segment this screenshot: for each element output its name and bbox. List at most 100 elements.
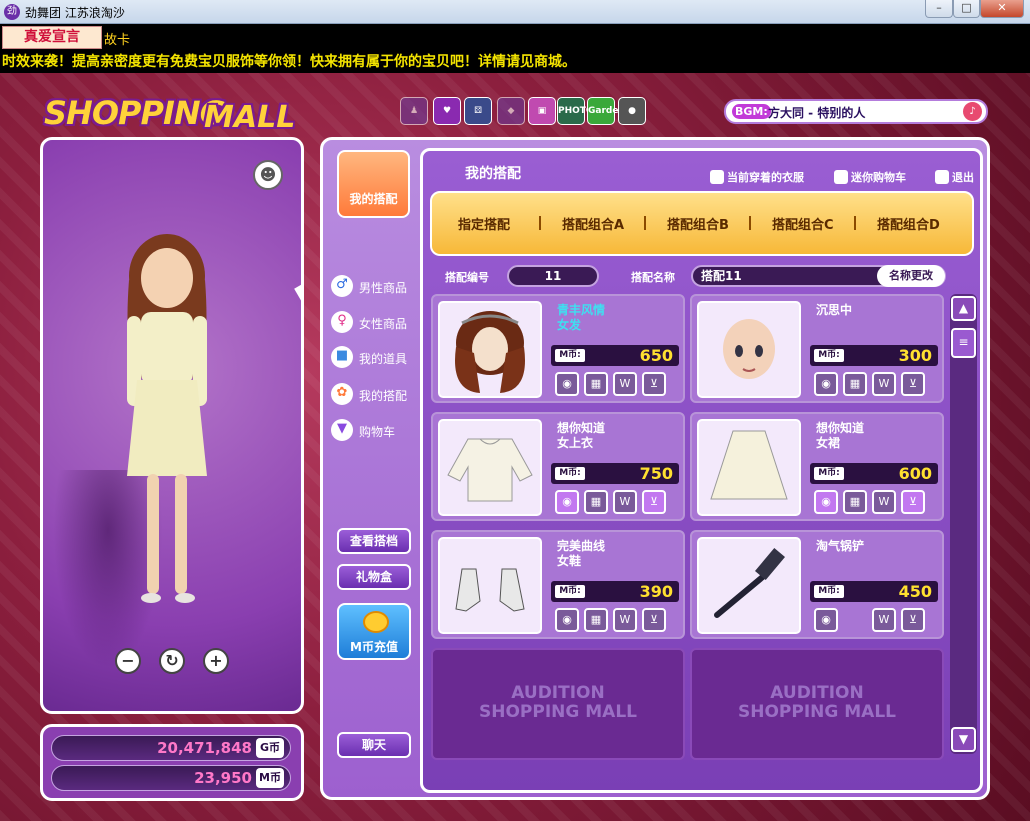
item-name-line1: 想你知道 [816, 421, 865, 435]
gift-small-icon[interactable]: ▦ [584, 608, 608, 632]
try-on-icon[interactable]: ◉ [555, 490, 579, 514]
item-grid: 青丰风情 女发 M币: 650 ◉ ▦ W ⊻ 沉思中 M币: 300 ◉ ▦ W ⊻ [431, 294, 945, 760]
price-label: M币: [555, 585, 585, 598]
try-on-icon[interactable]: ◉ [814, 372, 838, 396]
scroll-down-icon[interactable]: ▼ [951, 727, 976, 752]
spatula-icon [714, 548, 786, 618]
item-card[interactable]: 沉思中 M币: 300 ◉ ▦ W ⊻ [690, 294, 944, 403]
item-name: 沉思中 [816, 303, 852, 318]
item-box-icon: ■ [331, 346, 353, 368]
tab-combo-a[interactable]: 搭配组合A [562, 214, 624, 233]
add-to-cart-icon[interactable]: ⊻ [901, 608, 925, 632]
chat-button[interactable]: 聊天 [337, 732, 411, 758]
minimize-button[interactable]: – [925, 0, 953, 18]
try-on-icon[interactable]: ◉ [555, 372, 579, 396]
love-declaration-button[interactable]: 真爱宣言 [2, 26, 102, 49]
scroll-thumb[interactable]: ≡ [951, 328, 976, 358]
photo-icon[interactable]: PHOTO [557, 97, 594, 125]
zoom-in-icon[interactable]: + [203, 648, 229, 674]
rename-button[interactable]: 名称更改 [877, 265, 945, 287]
item-card[interactable]: 淘气锅铲 M币: 450 ◉ W ⊻ [690, 530, 944, 639]
gift-box-button[interactable]: 礼物盒 [337, 564, 411, 590]
nav-my-combo[interactable]: ✿ 我的搭配 [331, 382, 425, 406]
tv-icon[interactable]: ▣ [528, 97, 556, 125]
add-to-cart-icon[interactable]: ⊻ [642, 372, 666, 396]
nav-cart[interactable]: ▼ 购物车 [331, 418, 425, 442]
dice-icon[interactable]: ⚄ [464, 97, 492, 125]
tab-combo-d[interactable]: 搭配组合D [877, 214, 940, 233]
wishlist-icon[interactable]: W [613, 608, 637, 632]
zoom-out-icon[interactable]: − [115, 648, 141, 674]
nav-female-label: 女性商品 [359, 317, 408, 331]
shirt-icon[interactable]: ♟ [400, 97, 428, 125]
tab-divider [749, 216, 751, 230]
m-currency-value: 23,950 [194, 769, 252, 787]
wishlist-icon[interactable]: W [613, 490, 637, 514]
mini-cart-label: 迷你购物车 [851, 171, 906, 184]
item-name-line1: 青丰风情 [557, 303, 606, 317]
item-image [697, 419, 801, 516]
item-card[interactable]: 想你知道 女裙 M币: 600 ◉ ▦ W ⊻ [690, 412, 944, 521]
wishlist-icon[interactable]: W [872, 608, 896, 632]
gift-small-icon[interactable]: ▦ [843, 490, 867, 514]
scroll-up-icon[interactable]: ▲ [951, 296, 976, 321]
male-icon: ♂ [331, 275, 353, 297]
m-recharge-button[interactable]: M币充值 [337, 603, 411, 660]
nav-male-label: 男性商品 [359, 281, 408, 295]
empty-slot-line2: SHOPPING MALL [478, 702, 637, 722]
try-on-icon[interactable]: ◉ [814, 608, 838, 632]
blouse-icon [447, 438, 533, 502]
bomb-icon[interactable]: ● [618, 97, 646, 125]
wishlist-icon[interactable]: W [872, 372, 896, 396]
empty-slot: AUDITION SHOPPING MALL [690, 648, 944, 760]
combo-number-field[interactable]: 11 [507, 265, 599, 287]
price-label: M币: [555, 349, 585, 362]
view-partner-button[interactable]: 查看搭档 [337, 528, 411, 554]
rotate-icon[interactable]: ↻ [159, 648, 185, 674]
add-to-cart-icon[interactable]: ⊻ [642, 490, 666, 514]
close-button[interactable]: ✕ [980, 0, 1024, 18]
tab-combo-b[interactable]: 搭配组合B [667, 214, 729, 233]
price-label: M币: [814, 467, 844, 480]
mall-main-panel: 我的搭配 ♂ 男性商品 ♀ 女性商品 ■ 我的道具 ✿ 我的搭配 ▼ 购物车 查… [320, 137, 990, 800]
gift-small-icon[interactable]: ▦ [843, 372, 867, 396]
item-card[interactable]: 青丰风情 女发 M币: 650 ◉ ▦ W ⊻ [431, 294, 685, 403]
tab-combo-c[interactable]: 搭配组合C [772, 214, 834, 233]
item-price: M币: 300 [810, 345, 938, 366]
add-to-cart-icon[interactable]: ⊻ [901, 490, 925, 514]
shoes-icon [455, 568, 525, 612]
bgm-label: BGM: [732, 104, 771, 119]
gift-small-icon[interactable]: ▦ [584, 490, 608, 514]
m-recharge-label: M币充值 [350, 640, 398, 654]
item-card[interactable]: 想你知道 女上衣 M币: 750 ◉ ▦ W ⊻ [431, 412, 685, 521]
nav-female-items[interactable]: ♀ 女性商品 [331, 310, 425, 334]
tab-designated[interactable]: 指定搭配 [458, 214, 510, 233]
window-title: 劲舞团 江苏浪淘沙 [25, 6, 125, 20]
profile-icon[interactable]: ☻ [253, 160, 283, 190]
my-combo-category-button[interactable]: 我的搭配 [337, 150, 410, 218]
nav-my-items[interactable]: ■ 我的道具 [331, 345, 425, 369]
wishlist-icon[interactable]: W [613, 372, 637, 396]
try-on-icon[interactable]: ◉ [555, 608, 579, 632]
logo-shopping: SHOPPING [44, 94, 226, 132]
item-name-line2: 女上衣 [557, 436, 594, 450]
garden-icon[interactable]: Garden [587, 97, 625, 125]
wishlist-icon[interactable]: W [872, 490, 896, 514]
item-scrollbar[interactable]: ▲ ≡ ▼ [950, 294, 977, 754]
item-card[interactable]: 完美曲线 女鞋 M币: 390 ◉ ▦ W ⊻ [431, 530, 685, 639]
try-on-icon[interactable]: ◉ [814, 490, 838, 514]
gift-icon[interactable]: ◆ [497, 97, 525, 125]
nav-male-items[interactable]: ♂ 男性商品 [331, 274, 425, 298]
price-label: M币: [814, 349, 844, 362]
exit-link[interactable]: 退出 [935, 169, 974, 185]
maximize-button[interactable]: □ [953, 0, 980, 18]
logo-mall: MALL [204, 100, 296, 135]
add-to-cart-icon[interactable]: ⊻ [642, 608, 666, 632]
gift-small-icon[interactable]: ▦ [584, 372, 608, 396]
current-outfit-link[interactable]: 当前穿着的衣服 [710, 169, 804, 185]
music-toggle-icon[interactable]: ♪ [963, 102, 982, 121]
add-to-cart-icon[interactable]: ⊻ [901, 372, 925, 396]
item-name-line1: 沉思中 [816, 303, 853, 317]
bag-icon[interactable]: ♥ [433, 97, 461, 125]
mini-cart-link[interactable]: 迷你购物车 [834, 169, 906, 185]
